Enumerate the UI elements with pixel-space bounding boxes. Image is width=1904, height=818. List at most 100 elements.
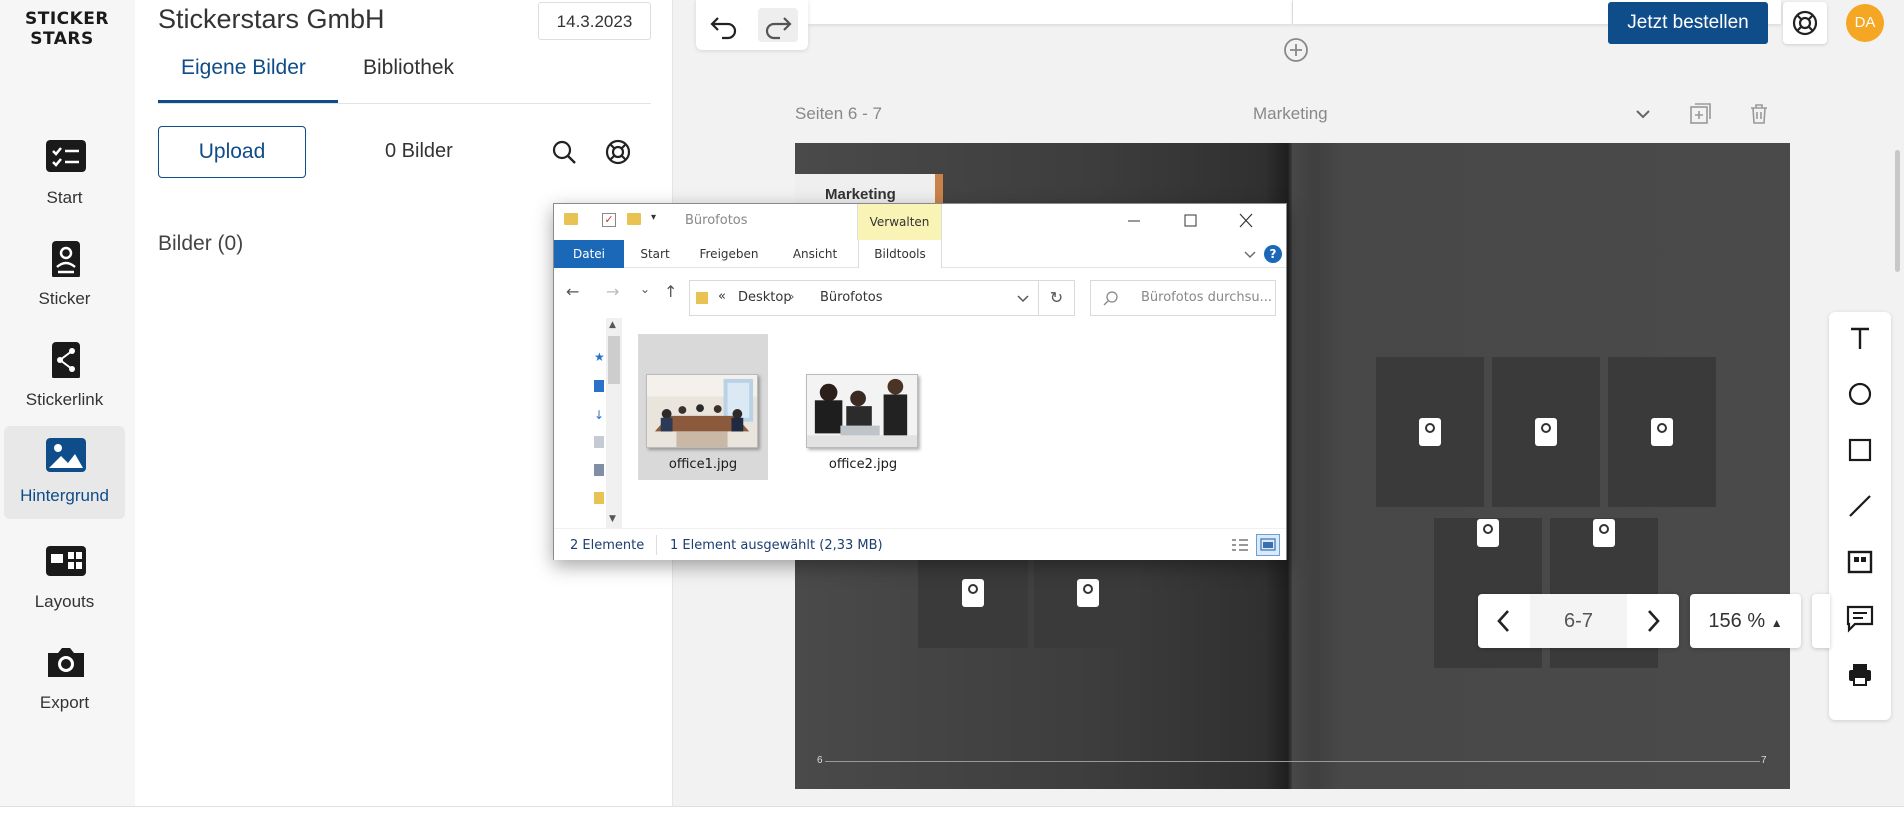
tools-toolbar <box>1829 312 1891 720</box>
tab-eigene-bilder[interactable]: Eigene Bilder <box>181 56 306 80</box>
nav-label: Layouts <box>34 592 95 611</box>
ribbon-tab-bildtools[interactable]: Bildtools <box>858 240 942 268</box>
details-view-icon[interactable] <box>1230 536 1250 554</box>
address-dropdown-icon[interactable] <box>1015 290 1031 306</box>
breadcrumb-folder[interactable]: Bürofotos <box>820 290 883 305</box>
file-item[interactable]: office1.jpg <box>638 334 768 480</box>
address-bar[interactable]: « Desktop › Bürofotos <box>689 280 1039 316</box>
nav-label: Sticker <box>38 289 91 308</box>
recent-locations-icon[interactable]: ⌄ <box>640 282 656 302</box>
user-avatar[interactable]: DA <box>1846 4 1884 42</box>
chevron-down-icon[interactable] <box>1633 104 1653 124</box>
sticker-placeholder-icon <box>1077 579 1099 607</box>
rectangle-tool-icon[interactable] <box>1839 429 1881 471</box>
nav-item-start[interactable]: Start <box>4 128 125 221</box>
address-overflow[interactable]: « <box>718 289 726 304</box>
folder-icon <box>696 292 708 304</box>
order-button[interactable]: Jetzt bestellen <box>1608 2 1768 44</box>
trash-icon[interactable] <box>1747 102 1771 126</box>
sticker-placeholder-icon <box>962 579 984 607</box>
nav-item-sticker[interactable]: Sticker <box>4 229 125 322</box>
file-item[interactable]: office2.jpg <box>798 334 928 480</box>
undo-redo-toolbar <box>696 0 808 50</box>
chevron-left-icon[interactable] <box>1478 594 1530 648</box>
ribbon-tab-freigeben[interactable]: Freigeben <box>686 240 772 268</box>
breadcrumb-desktop[interactable]: Desktop <box>738 290 792 305</box>
text-tool-icon[interactable] <box>1839 317 1881 359</box>
nav-item-hintergrund[interactable]: Hintergrund <box>4 426 125 519</box>
help-lifebuoy-icon[interactable] <box>1783 2 1827 44</box>
ribbon-tab-start[interactable]: Start <box>624 240 686 268</box>
image-icon <box>46 438 86 472</box>
back-arrow-icon[interactable]: ← <box>566 282 588 302</box>
desktop-folder-icon[interactable] <box>594 380 604 392</box>
refresh-icon[interactable]: ↻ <box>1039 280 1075 316</box>
page-number-line <box>825 761 1760 762</box>
explorer-titlebar[interactable]: ✓ ▾ Bürofotos Verwalten <box>554 204 1286 240</box>
ribbon-tab-datei[interactable]: Datei <box>554 240 624 268</box>
line-tool-icon[interactable] <box>1839 485 1881 527</box>
pictures-icon[interactable] <box>594 464 604 476</box>
vertical-scrollbar[interactable] <box>1895 150 1900 272</box>
scroll-down-icon[interactable]: ▼ <box>609 514 616 524</box>
current-pages[interactable]: 6-7 <box>1530 594 1627 648</box>
tab-bibliothek[interactable]: Bibliothek <box>363 56 454 80</box>
folder-icon[interactable] <box>594 492 604 504</box>
nav-label: Stickerlink <box>25 390 104 409</box>
images-heading: Bilder (0) <box>158 232 244 255</box>
properties-icon[interactable]: ✓ <box>602 213 616 227</box>
file-explorer-window[interactable]: ✓ ▾ Bürofotos Verwalten Datei Start Frei… <box>553 203 1287 560</box>
nav-item-layouts[interactable]: Layouts <box>4 532 125 625</box>
scroll-up-icon[interactable]: ▲ <box>609 320 616 330</box>
explorer-search-input[interactable]: Bürofotos durchsu... <box>1090 280 1276 316</box>
search-icon[interactable] <box>550 138 578 166</box>
frame-tool-icon[interactable] <box>1839 541 1881 583</box>
downloads-icon[interactable]: ↓ <box>594 408 604 422</box>
tab-verwalten[interactable]: Verwalten <box>857 204 942 240</box>
navigation-tree[interactable]: ★ ↓ ▲ ▼ <box>554 318 624 528</box>
nav-item-stickerlink[interactable]: Stickerlink <box>4 330 125 423</box>
section-select[interactable]: Marketing <box>1253 104 1328 124</box>
add-page-icon[interactable] <box>1688 102 1712 126</box>
svg-text:STARS: STARS <box>30 29 94 48</box>
date-display[interactable]: 14.3.2023 <box>538 2 651 40</box>
tree-scrollbar-thumb[interactable] <box>608 336 620 384</box>
minimize-icon[interactable] <box>1118 212 1150 230</box>
up-arrow-icon[interactable]: ↑ <box>664 282 684 302</box>
large-icons-view-icon[interactable] <box>1256 534 1280 556</box>
redo-icon[interactable] <box>758 8 798 42</box>
explorer-ribbon: Datei Start Freigeben Ansicht Bildtools … <box>554 240 1286 268</box>
zoom-select[interactable]: 156 % ▲ <box>1690 594 1801 648</box>
camera-icon <box>48 648 84 677</box>
ribbon-tab-ansicht[interactable]: Ansicht <box>772 240 858 268</box>
documents-icon[interactable] <box>594 436 604 448</box>
company-name: Stickerstars GmbH <box>158 4 385 34</box>
close-icon[interactable] <box>1230 212 1262 230</box>
maximize-icon[interactable] <box>1174 212 1206 230</box>
breadcrumb-separator-icon: › <box>790 290 795 303</box>
circle-tool-icon[interactable] <box>1839 373 1881 415</box>
checklist-icon <box>46 140 86 172</box>
search-icon <box>1103 291 1118 306</box>
sticker-slot[interactable] <box>1608 357 1716 507</box>
chevron-right-icon[interactable] <box>1627 594 1679 648</box>
file-name: office2.jpg <box>828 457 898 472</box>
print-icon[interactable] <box>1839 653 1881 695</box>
forward-arrow-icon[interactable]: → <box>606 282 628 302</box>
add-page-circle-icon[interactable] <box>1283 37 1309 63</box>
sticker-placeholder-icon <box>1535 418 1557 446</box>
sticker-slot[interactable] <box>1492 357 1600 507</box>
nav-item-export[interactable]: Export <box>4 633 125 726</box>
nav-label: Export <box>39 693 90 712</box>
help-icon[interactable]: ? <box>1264 245 1282 263</box>
explorer-statusbar: 2 Elemente 1 Element ausgewählt (2,33 MB… <box>554 528 1286 560</box>
upload-button[interactable]: Upload <box>158 126 306 178</box>
lifebuoy-icon[interactable] <box>604 138 632 166</box>
sticker-slot[interactable] <box>1376 357 1484 507</box>
expand-ribbon-icon[interactable] <box>1242 246 1258 262</box>
comment-tool-icon[interactable] <box>1839 597 1881 639</box>
undo-icon[interactable] <box>704 8 744 42</box>
quick-access-dropdown-icon[interactable]: ▾ <box>651 212 656 223</box>
new-folder-icon[interactable] <box>627 213 641 225</box>
quick-access-star-icon[interactable]: ★ <box>594 350 605 364</box>
